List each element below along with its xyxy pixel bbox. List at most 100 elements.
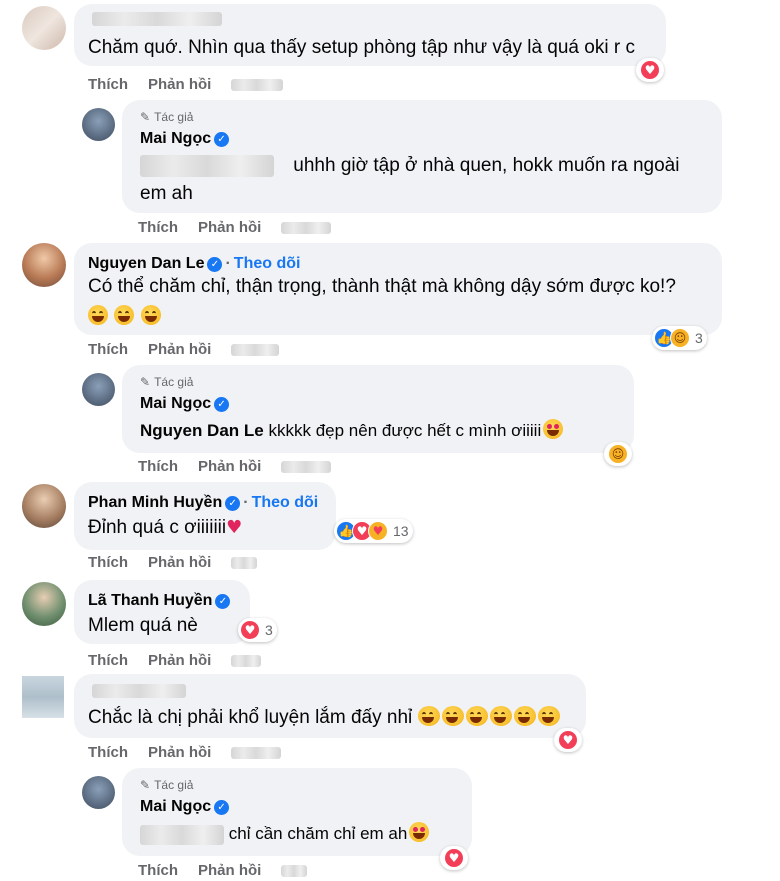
reply-link[interactable]: Phản hồi — [198, 219, 261, 236]
like-link[interactable]: Thích — [88, 341, 128, 358]
blurred-mention — [140, 824, 224, 845]
reaction-summary[interactable]: 👍 ☺ 3 — [652, 326, 707, 350]
blurred-name — [92, 682, 186, 700]
verified-badge-icon: ✓ — [214, 800, 230, 815]
comment-bubble: Chăm quớ. Nhìn qua thấy setup phòng tập … — [74, 4, 666, 66]
avatar[interactable] — [82, 108, 115, 141]
avatar[interactable] — [22, 6, 66, 50]
avatar[interactable] — [82, 776, 115, 809]
reaction-summary[interactable]: 👍 ♥ ♥ 13 — [334, 519, 413, 543]
comment-actions: Thích Phản hồi — [138, 458, 351, 475]
like-link[interactable]: Thích — [88, 76, 128, 93]
comment-text: Chăm quớ. Nhìn qua thấy setup phòng tập … — [88, 37, 635, 58]
comment-text-continued: em ah — [140, 183, 193, 204]
like-link[interactable]: Thích — [138, 458, 178, 475]
reply-link[interactable]: Phản hồi — [198, 862, 261, 879]
comment-bubble: Nguyen Dan Le ✓ · Theo dõi Có thể chăm chỉ,… — [74, 243, 722, 335]
love-reaction-icon: ♥ — [240, 620, 260, 640]
tears-of-joy-emoji-icon — [489, 706, 512, 726]
reaction-summary[interactable]: ♥ — [440, 846, 468, 870]
comment-text: Đỉnh quá c ơiiiiiii♥ — [88, 517, 243, 538]
verified-badge-icon: ✓ — [215, 594, 231, 609]
like-link[interactable]: Thích — [88, 554, 128, 571]
reply-link[interactable]: Phản hồi — [148, 554, 211, 571]
emoji-row — [88, 305, 163, 327]
comment-bubble: ✎ Tác giả Mai Ngọc ✓ chỉ cần chăm chỉ em … — [122, 768, 472, 856]
tears-of-joy-emoji-icon — [441, 706, 464, 726]
comment-actions: Thích Phản hồi — [88, 744, 301, 761]
comment-bubble: Chắc là chị phải khổ luyện lắm đấy nhỉ — [74, 674, 586, 738]
comment-text: Mlem quá nè — [88, 615, 198, 636]
follow-link[interactable]: Theo dõi — [252, 494, 319, 511]
reaction-summary[interactable]: ♥ — [554, 728, 582, 752]
comment-text: uhhh giờ tập ở nhà quen, hokk muốn ra ng… — [140, 152, 679, 180]
timestamp — [231, 556, 258, 569]
mention-link[interactable]: Nguyen Dan Le — [140, 421, 264, 440]
timestamp — [231, 343, 280, 356]
pen-icon: ✎ — [140, 110, 151, 124]
reaction-summary[interactable]: ♥ — [636, 58, 664, 82]
heart-eyes-emoji-icon — [543, 419, 564, 439]
like-link[interactable]: Thích — [138, 862, 178, 879]
comment-bubble: ✎ Tác giả Mai Ngọc ✓ Nguyen Dan Le kkkkk … — [122, 365, 634, 453]
heart-eyes-emoji-icon — [409, 822, 430, 842]
commenter-name[interactable]: Mai Ngọc ✓ — [140, 798, 230, 816]
reply-link[interactable]: Phản hồi — [148, 744, 211, 761]
author-tag: ✎ Tác giả — [140, 110, 194, 124]
author-tag: ✎ Tác giả — [140, 375, 194, 389]
love-reaction-icon: ♥ — [640, 60, 660, 80]
timestamp — [231, 78, 284, 91]
red-heart-emoji-icon: ♥ — [226, 517, 243, 538]
timestamp — [281, 864, 308, 877]
reply-link[interactable]: Phản hồi — [148, 652, 211, 669]
reply-link[interactable]: Phản hồi — [148, 76, 211, 93]
comment-text: Chắc là chị phải khổ luyện lắm đấy nhỉ — [88, 704, 562, 732]
verified-badge-icon: ✓ — [207, 257, 223, 272]
reply-link[interactable]: Phản hồi — [198, 458, 261, 475]
reaction-summary[interactable]: ♥ 3 — [238, 618, 277, 642]
commenter-name[interactable]: Mai Ngọc ✓ — [140, 395, 230, 413]
verified-badge-icon: ✓ — [225, 496, 241, 511]
timestamp — [231, 746, 282, 759]
commenter-name[interactable]: Lã Thanh Huyền ✓ — [88, 592, 231, 610]
avatar[interactable] — [22, 582, 66, 626]
comment-actions: Thích Phản hồi — [88, 76, 303, 93]
follow-link[interactable]: Theo dõi — [234, 255, 301, 272]
love-reaction-icon: ♥ — [558, 730, 578, 750]
avatar[interactable] — [22, 243, 66, 287]
grin-emoji-icon — [114, 305, 135, 325]
comment-actions: Thích Phản hồi — [138, 862, 327, 879]
comment-bubble: Lã Thanh Huyền ✓ Mlem quá nè — [74, 580, 250, 644]
avatar[interactable] — [22, 676, 64, 718]
avatar[interactable] — [82, 373, 115, 406]
timestamp — [281, 460, 332, 473]
tears-of-joy-emoji-icon — [513, 706, 536, 726]
comment-bubble: ✎ Tác giả Mai Ngọc ✓ uhhh giờ tập ở nhà q… — [122, 100, 722, 213]
timestamp — [281, 221, 332, 234]
tears-of-joy-emoji-icon — [417, 706, 440, 726]
verified-badge-icon: ✓ — [214, 397, 230, 412]
comment-actions: Thích Phản hồi — [138, 219, 351, 236]
like-link[interactable]: Thích — [88, 744, 128, 761]
haha-reaction-icon: ☺ — [608, 444, 628, 464]
like-link[interactable]: Thích — [138, 219, 178, 236]
like-link[interactable]: Thích — [88, 652, 128, 669]
comment-text: Nguyen Dan Le kkkkk đẹp nên được hết c m… — [140, 417, 565, 445]
verified-badge-icon: ✓ — [214, 132, 230, 147]
avatar[interactable] — [22, 484, 66, 528]
reply-link[interactable]: Phản hồi — [148, 341, 211, 358]
comment-actions: Thích Phản hồi — [88, 341, 299, 358]
grin-emoji-icon — [140, 305, 161, 325]
commenter-name[interactable]: Phan Minh Huyền ✓ · Theo dõi — [88, 494, 318, 512]
tears-of-joy-emoji-icon — [537, 706, 560, 726]
comment-text: chỉ cần chăm chỉ em ah — [140, 820, 431, 848]
commenter-name[interactable]: Mai Ngọc ✓ — [140, 130, 230, 148]
reaction-summary[interactable]: ☺ — [604, 442, 632, 466]
pen-icon: ✎ — [140, 778, 151, 792]
grin-emoji-icon — [88, 305, 108, 325]
care-reaction-icon: ♥ — [368, 521, 388, 541]
tears-of-joy-emoji-icon — [465, 706, 488, 726]
blurred-mention — [140, 154, 274, 177]
comment-actions: Thích Phản hồi — [88, 652, 281, 669]
commenter-name[interactable]: Nguyen Dan Le ✓ · Theo dõi — [88, 255, 300, 273]
